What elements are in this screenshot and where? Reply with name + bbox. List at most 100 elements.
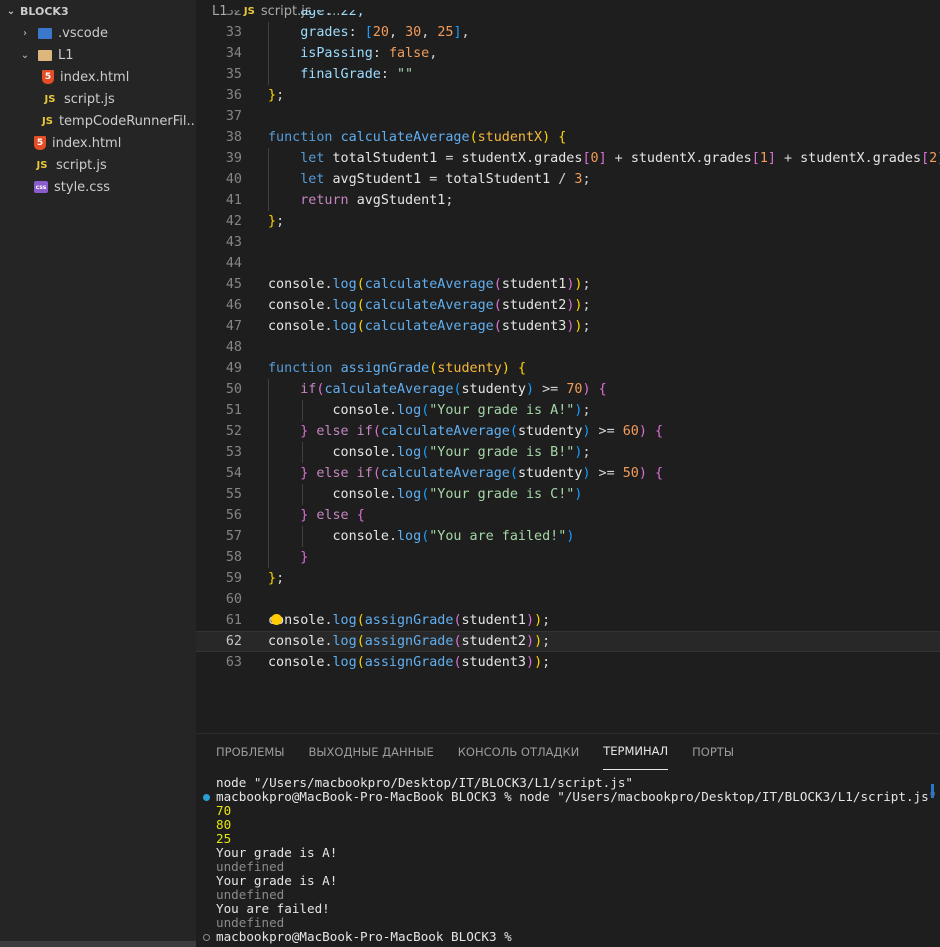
- tree-item-script-js[interactable]: JS script.js: [0, 154, 196, 176]
- code-line: 56 } else {: [196, 505, 940, 526]
- line-number: 40: [225, 172, 242, 187]
- code-line: 46 console.log(calculateAverage(student2)…: [196, 295, 940, 316]
- command-pending-dot-icon: [203, 934, 210, 941]
- terminal-prompt[interactable]: macbookpro@MacBook-Pro-MacBook BLOCK3 %: [196, 930, 940, 944]
- code-line: 53 console.log("Your grade is B!");: [196, 442, 940, 463]
- terminal-line-text: macbookpro@MacBook-Pro-MacBook BLOCK3 %: [216, 929, 520, 944]
- code-line: 45 console.log(calculateAverage(student1)…: [196, 274, 940, 295]
- code-text: let avgStudent1 = totalStudent1 / 3;: [300, 172, 591, 187]
- terminal-line: undefined: [216, 887, 285, 902]
- code-line: 49 function assignGrade(studenty) {: [196, 358, 940, 379]
- line-number: 33: [225, 25, 242, 40]
- lightbulb-icon[interactable]: [271, 614, 282, 625]
- tab-ports[interactable]: ПОРТЫ: [692, 734, 734, 770]
- code-text: grades: [20, 30, 25],: [300, 25, 470, 40]
- terminal-scroll-marker[interactable]: [931, 784, 934, 798]
- tab-problems[interactable]: ПРОБЛЕМЫ: [216, 734, 285, 770]
- tree-item-label: L1: [58, 47, 74, 63]
- line-number: 52: [225, 424, 242, 439]
- command-success-dot-icon[interactable]: [203, 794, 210, 801]
- tree-item-label: style.css: [54, 179, 110, 195]
- code-text: if(calculateAverage(studenty) >= 70) {: [300, 382, 607, 397]
- terminal-line: undefined: [216, 915, 285, 930]
- code-line: 33 grades: [20, 30, 25],: [196, 22, 940, 43]
- line-number: 46: [225, 298, 242, 313]
- code-text: console.log("Your grade is B!");: [332, 445, 591, 460]
- line-number: 37: [225, 109, 242, 124]
- code-text: console.log(calculateAverage(student2));: [268, 298, 591, 313]
- code-line: 60: [196, 589, 940, 610]
- tree-item-label: script.js: [56, 157, 107, 173]
- code-line: 35 finalGrade: "": [196, 64, 940, 85]
- tree-item-style-css[interactable]: css style.css: [0, 176, 196, 198]
- line-number: 61: [225, 613, 242, 628]
- panel-tabs: ПРОБЛЕМЫ ВЫХОДНЫЕ ДАННЫЕ КОНСОЛЬ ОТЛАДКИ…: [196, 734, 940, 770]
- chevron-right-icon: ›: [23, 27, 27, 39]
- code-line: 61 console.log(assignGrade(student1));: [196, 610, 940, 631]
- code-text: return avgStudent1;: [300, 193, 454, 208]
- code-text: console.log(calculateAverage(student1));: [268, 277, 591, 292]
- html5-icon: 5: [42, 70, 54, 84]
- terminal-line: Your grade is A!: [216, 873, 338, 888]
- code-line: 59};: [196, 568, 940, 589]
- line-number: 53: [225, 445, 242, 460]
- code-line: 52 } else if(calculateAverage(studenty) …: [196, 421, 940, 442]
- code-text: age: 22,: [300, 10, 365, 19]
- tree-item-l1-index-html[interactable]: 5 index.html: [0, 66, 196, 88]
- tree-item-l1-folder[interactable]: ⌄ L1: [0, 44, 196, 66]
- code-line: 48: [196, 337, 940, 358]
- terminal-line: undefined: [216, 859, 285, 874]
- tree-item-temp-code-runner[interactable]: JS tempCodeRunnerFil...: [0, 110, 196, 132]
- code-editor[interactable]: L1 › JS script.js › ... 32 age: 22, 33 g…: [196, 0, 940, 733]
- folder-icon: [38, 49, 52, 61]
- bottom-panel: ПРОБЛЕМЫ ВЫХОДНЫЕ ДАННЫЕ КОНСОЛЬ ОТЛАДКИ…: [196, 733, 940, 947]
- line-number: 35: [225, 67, 242, 82]
- tab-debug-console[interactable]: КОНСОЛЬ ОТЛАДКИ: [458, 734, 579, 770]
- line-number: 45: [225, 277, 242, 292]
- code-line: 42};: [196, 211, 940, 232]
- tab-output[interactable]: ВЫХОДНЫЕ ДАННЫЕ: [309, 734, 434, 770]
- chevron-down-icon: ⌄: [6, 5, 16, 17]
- code-text: };: [268, 571, 285, 586]
- line-number: 57: [225, 529, 242, 544]
- tree-item-label: .vscode: [58, 25, 108, 41]
- code-text: console.log("Your grade is C!"): [332, 487, 583, 502]
- code-line: 37: [196, 106, 940, 127]
- code-line: 57 console.log("You are failed!"): [196, 526, 940, 547]
- tree-item-vscode[interactable]: › .vscode: [0, 22, 196, 44]
- line-number: 39: [225, 151, 242, 166]
- terminal-line: node "/Users/macbookpro/Desktop/IT/BLOCK…: [216, 775, 634, 790]
- js-icon: JS: [42, 115, 53, 127]
- code-line: 43: [196, 232, 940, 253]
- line-number: 44: [225, 256, 242, 271]
- line-number: 58: [225, 550, 242, 565]
- code-text: };: [268, 88, 285, 103]
- code-line: 63 console.log(assignGrade(student3));: [196, 652, 940, 673]
- line-number: 51: [225, 403, 242, 418]
- terminal-line-text: macbookpro@MacBook-Pro-MacBook BLOCK3 % …: [216, 789, 937, 804]
- tree-item-l1-script-js[interactable]: JS script.js: [0, 88, 196, 110]
- code-line: 41 return avgStudent1;: [196, 190, 940, 211]
- tab-terminal[interactable]: ТЕРМИНАЛ: [603, 734, 669, 770]
- explorer-root-header[interactable]: ⌄ BLOCK3: [0, 0, 196, 22]
- code-text: console.log(assignGrade(student1));: [268, 613, 551, 628]
- code-text: } else if(calculateAverage(studenty) >= …: [300, 424, 664, 439]
- code-text: };: [268, 214, 285, 229]
- line-number: 63: [225, 655, 242, 670]
- code-area[interactable]: 32 age: 22, 33 grades: [20, 30, 25], 34 …: [196, 10, 940, 673]
- line-number: 41: [225, 193, 242, 208]
- code-text: console.log("You are failed!"): [332, 529, 575, 544]
- code-line: 50 if(calculateAverage(studenty) >= 70) …: [196, 379, 940, 400]
- code-text: console.log(calculateAverage(student3));: [268, 319, 591, 334]
- tree-item-index-html[interactable]: 5 index.html: [0, 132, 196, 154]
- code-line: 38 function calculateAverage(studentX) {: [196, 127, 940, 148]
- terminal-line: Your grade is A!: [216, 845, 338, 860]
- line-number: 49: [225, 361, 242, 376]
- explorer-sidebar: ⌄ BLOCK3 › .vscode ⌄ L1 5 index.html JS …: [0, 0, 196, 947]
- code-line: 34 isPassing: false,: [196, 43, 940, 64]
- terminal-output[interactable]: node "/Users/macbookpro/Desktop/IT/BLOCK…: [196, 776, 940, 944]
- code-line: 39 let totalStudent1 = studentX.grades[0…: [196, 148, 940, 169]
- line-number: 32: [225, 10, 242, 19]
- explorer-root-label: BLOCK3: [20, 4, 69, 18]
- line-number: 59: [225, 571, 242, 586]
